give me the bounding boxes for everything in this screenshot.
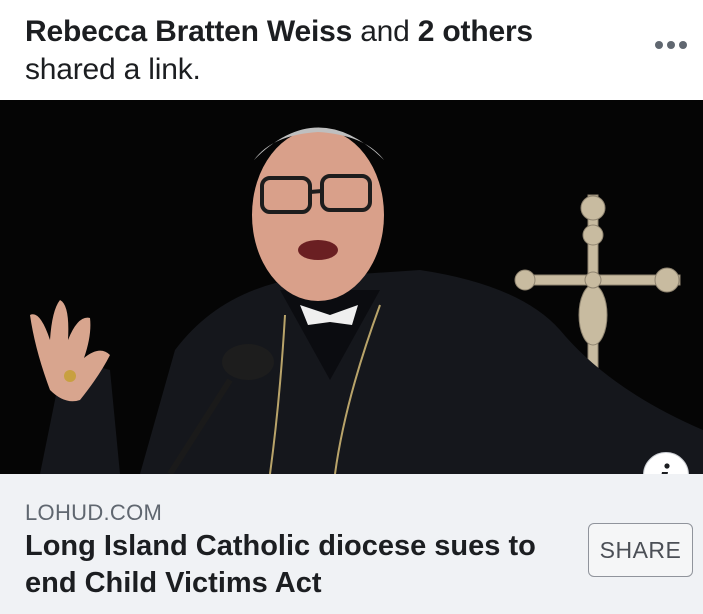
author-name[interactable]: Rebecca Bratten Weiss [25,15,352,48]
share-button[interactable]: SHARE [588,523,693,577]
attribution-connector: and [352,15,418,48]
shared-link-post: Rebecca Bratten Weiss and 2 others share… [0,0,703,614]
more-options-button[interactable] [651,30,691,60]
link-headline[interactable]: Long Island Catholic diocese sues to end… [25,528,570,602]
more-options-icon [655,41,687,49]
link-preview-footer[interactable]: LOHUD.COM Long Island Catholic diocese s… [0,474,703,614]
link-preview-image[interactable] [0,100,703,474]
share-action-text: shared a link. [25,53,201,86]
post-header: Rebecca Bratten Weiss and 2 others share… [0,0,703,100]
link-domain: LOHUD.COM [25,500,163,525]
post-attribution: Rebecca Bratten Weiss and 2 others share… [25,13,625,89]
cardinal-speaking-photo [0,100,703,474]
other-sharers-link[interactable]: 2 others [418,15,533,48]
